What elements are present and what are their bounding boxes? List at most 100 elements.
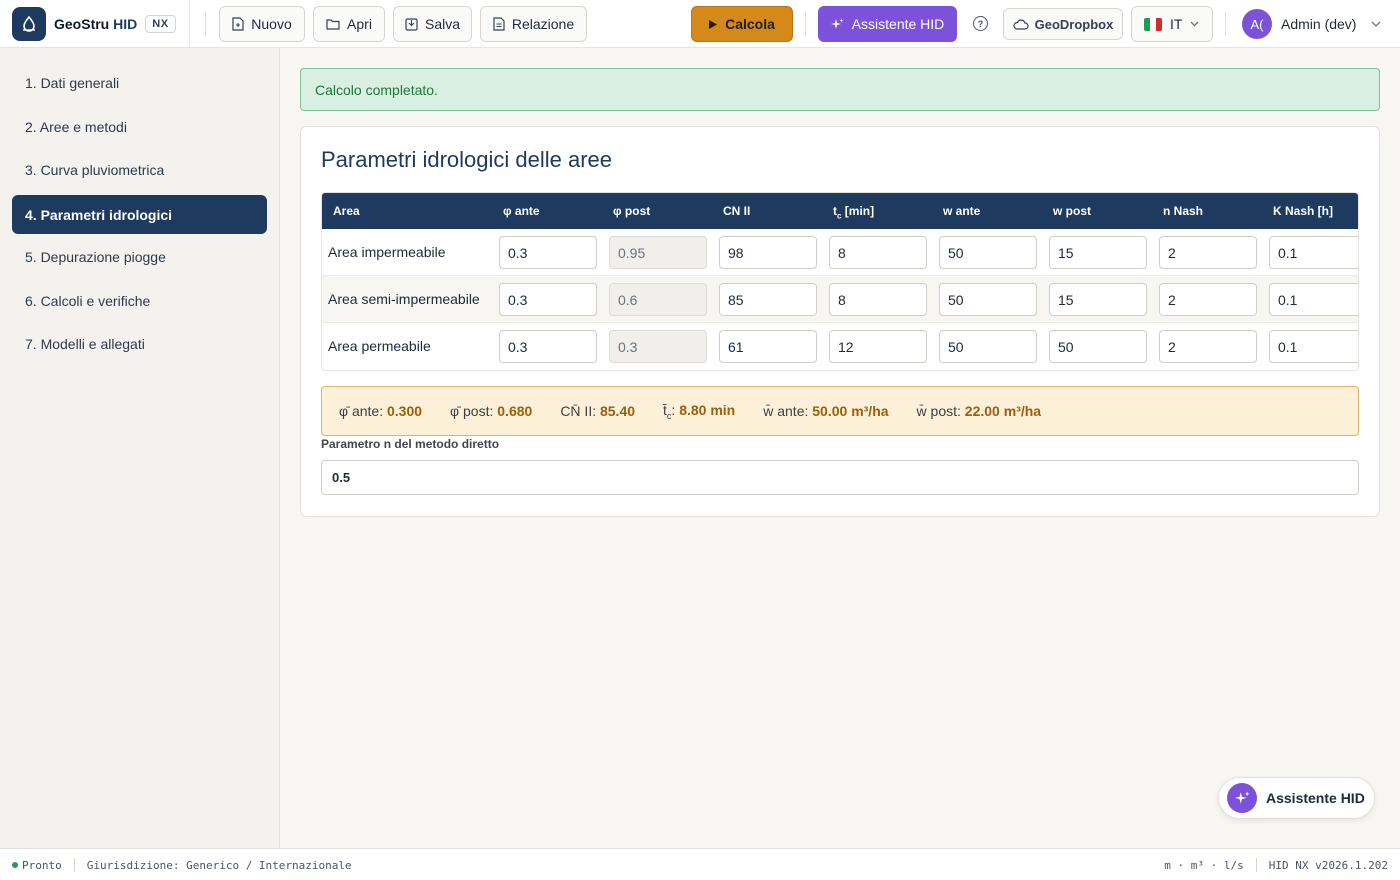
col-phi-ante: φ ante (503, 204, 540, 218)
n-nash-input[interactable] (1159, 283, 1257, 316)
user-name: Admin (dev) (1281, 16, 1357, 32)
language-select[interactable]: IT (1131, 6, 1213, 42)
phi-post-input (609, 330, 707, 363)
k-nash-input[interactable] (1269, 330, 1358, 363)
summary-cn2: CN̄ II: 85.40 (560, 403, 636, 419)
phi-ante-input[interactable] (499, 236, 597, 269)
status-text: Pronto (22, 858, 62, 872)
sparkle-icon (830, 18, 844, 29)
area-name: Area semi-impermeabile (328, 291, 480, 307)
col-tc: tc [min] (833, 204, 875, 221)
cn2-input[interactable] (719, 330, 817, 363)
assistant-floating-label: Assistente HID (1266, 790, 1365, 806)
new-button[interactable]: Nuovo (219, 6, 305, 42)
w-post-input[interactable] (1049, 283, 1147, 316)
avatar: A( (1242, 9, 1272, 39)
new-button-label: Nuovo (251, 16, 292, 32)
save-icon (405, 17, 418, 31)
phi-ante-input[interactable] (499, 330, 597, 363)
summary-phi-ante: φ̄ ante: 0.300 (339, 403, 423, 419)
chevron-down-icon (1372, 21, 1381, 27)
table-row: Area semi-impermeabile (322, 276, 1358, 323)
sparkle-icon (1227, 783, 1257, 813)
new-file-icon (232, 17, 244, 31)
sidebar-item-areas-methods[interactable]: 2. Aree e metodi (12, 107, 267, 146)
help-icon[interactable]: ? (973, 16, 988, 31)
save-button-label: Salva (424, 16, 461, 32)
col-k-nash: K Nash [h] (1273, 204, 1333, 218)
sidebar-item-hydrological-params[interactable]: 4. Parametri idrologici (12, 195, 267, 234)
assistant-button[interactable]: Assistente HID (818, 6, 957, 42)
assistant-floating-button[interactable]: Assistente HID (1218, 777, 1375, 819)
summary-w-post: w̄ post: 22.00 m³/ha (916, 403, 1042, 419)
status-dot-icon (12, 862, 18, 868)
summary-tc: t̄c: 8.80 min (663, 401, 736, 421)
report-button[interactable]: Relazione (480, 6, 587, 42)
folder-icon (326, 19, 340, 30)
n-nash-input[interactable] (1159, 330, 1257, 363)
report-button-label: Relazione (511, 16, 575, 32)
top-bar: GeoStru HID NX Nuovo Apri Salva Relazion… (0, 0, 1400, 48)
open-button[interactable]: Apri (313, 6, 385, 42)
phi-post-input (609, 283, 707, 316)
page-title: Parametri idrologici delle aree (321, 147, 613, 172)
tc-input[interactable] (829, 236, 927, 269)
summary-phi-post: φ̄ post: 0.680 (450, 403, 533, 419)
geodropbox-button[interactable]: GeoDropbox (1003, 8, 1123, 40)
calculate-button-label: Calcola (725, 16, 775, 32)
calculate-button[interactable]: Calcola (691, 6, 793, 42)
sidebar-item-rainfall-curve[interactable]: 3. Curva pluviometrica (12, 150, 267, 189)
k-nash-input[interactable] (1269, 236, 1358, 269)
table-row: Area permeabile (322, 323, 1358, 370)
sidebar-item-rain-depuration[interactable]: 5. Depurazione piogge (12, 237, 267, 276)
tc-input[interactable] (829, 283, 927, 316)
params-table: Area φ ante φ post CN II tc [min] w ante… (321, 192, 1359, 371)
status-bar: Pronto Giurisdizione: Generico / Interna… (0, 848, 1400, 880)
document-icon (493, 17, 505, 31)
chevron-down-icon (1190, 21, 1199, 27)
status-left: Pronto Giurisdizione: Generico / Interna… (12, 849, 352, 880)
phi-post-input (609, 236, 707, 269)
cloud-icon (1013, 19, 1029, 30)
phi-ante-input[interactable] (499, 283, 597, 316)
language-label: IT (1170, 16, 1183, 32)
divider (1255, 858, 1257, 872)
w-ante-input[interactable] (939, 283, 1037, 316)
brand-name: GeoStru HID (54, 15, 138, 32)
col-w-ante: w ante (943, 204, 981, 218)
version-text: HID NX v2026.1.202 (1268, 858, 1388, 872)
col-n-nash: n Nash (1163, 204, 1204, 218)
w-post-input[interactable] (1049, 236, 1147, 269)
table-row: Area impermeabile (322, 229, 1358, 276)
col-phi-post: φ post (613, 204, 651, 218)
save-button[interactable]: Salva (393, 6, 472, 42)
direct-method-n-label: Parametro n del metodo diretto (321, 437, 500, 451)
divider (805, 12, 806, 36)
user-menu[interactable]: A( Admin (dev) (1242, 8, 1381, 40)
sidebar-item-general-data[interactable]: 1. Dati generali (12, 63, 267, 102)
summary-w-ante: w̄ ante: 50.00 m³/ha (763, 403, 889, 419)
direct-method-n-input[interactable] (321, 460, 1359, 495)
success-alert: Calcolo completato. (300, 68, 1380, 111)
hydrological-params-card: Parametri idrologici delle aree Area φ a… (300, 126, 1380, 517)
divider (73, 858, 75, 872)
table-header: Area φ ante φ post CN II tc [min] w ante… (322, 193, 1358, 229)
k-nash-input[interactable] (1269, 283, 1358, 316)
divider (205, 12, 206, 36)
tc-input[interactable] (829, 330, 927, 363)
sidebar-item-calculations[interactable]: 6. Calcoli e verifiche (12, 281, 267, 320)
col-area: Area (333, 204, 360, 218)
geodropbox-label: GeoDropbox (1034, 16, 1114, 32)
cn2-input[interactable] (719, 236, 817, 269)
status-right: m · m³ · l/s HID NX v2026.1.202 (1164, 849, 1388, 880)
area-name: Area impermeabile (328, 244, 446, 260)
area-name: Area permeabile (328, 338, 431, 354)
w-ante-input[interactable] (939, 330, 1037, 363)
cn2-input[interactable] (719, 283, 817, 316)
sidebar-item-models-attachments[interactable]: 7. Modelli e allegati (12, 324, 267, 363)
col-cn2: CN II (723, 204, 751, 218)
n-nash-input[interactable] (1159, 236, 1257, 269)
w-ante-input[interactable] (939, 236, 1037, 269)
w-post-input[interactable] (1049, 330, 1147, 363)
brand: GeoStru HID NX (0, 0, 190, 48)
